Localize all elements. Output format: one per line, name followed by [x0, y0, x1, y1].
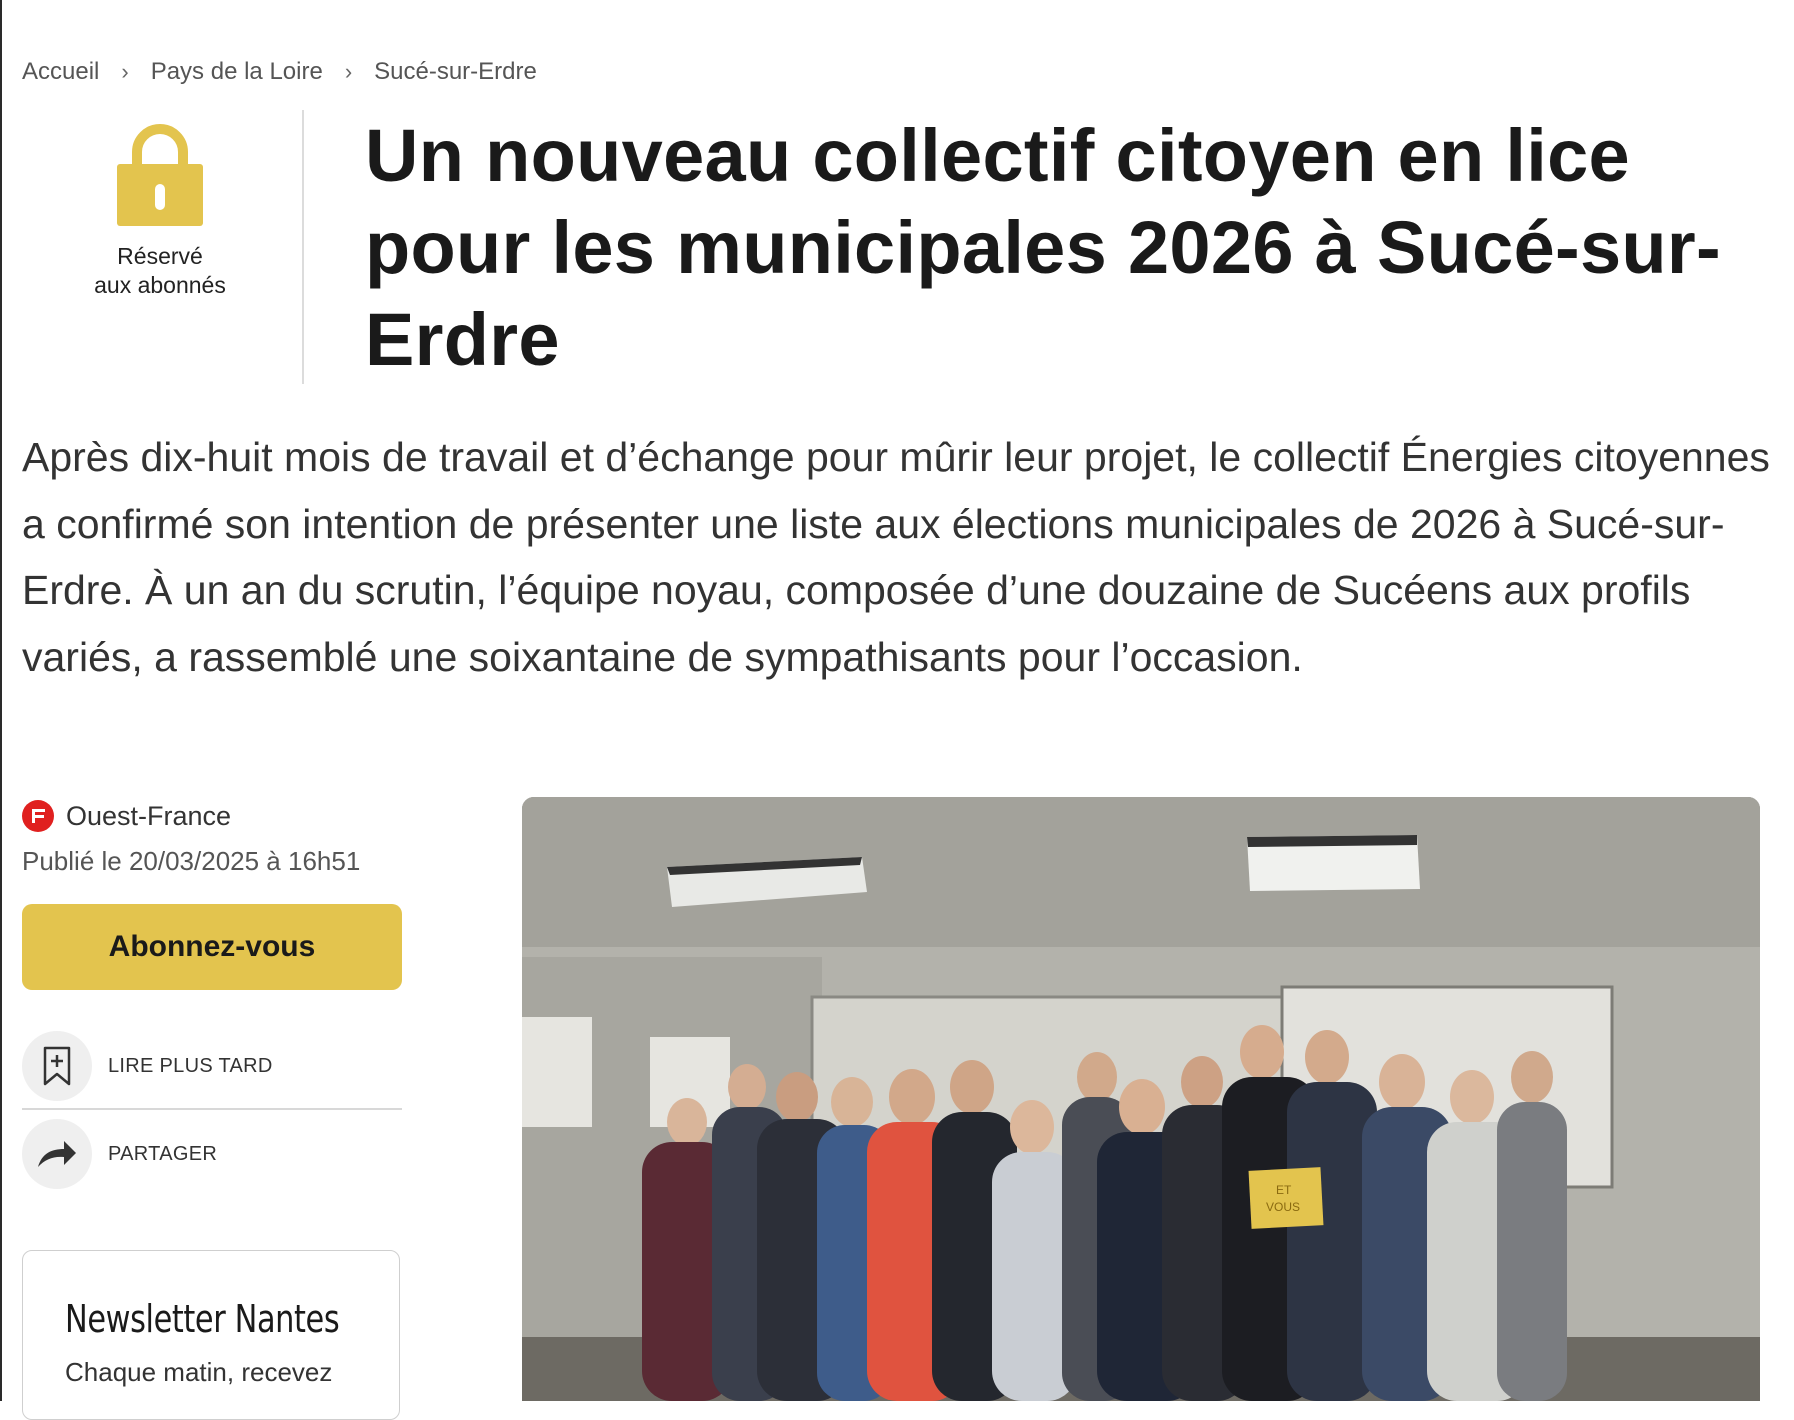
chevron-right-icon: › — [121, 59, 129, 84]
article-source: Ouest-France — [22, 800, 231, 832]
breadcrumb: Accueil › Pays de la Loire › Sucé-sur-Er… — [22, 58, 537, 86]
newsletter-description: Chaque matin, recevez — [65, 1357, 333, 1387]
bookmark-add-icon — [22, 1031, 92, 1101]
article-title: Un nouveau collectif citoyen en lice pou… — [365, 114, 1721, 381]
lock-icon — [117, 124, 203, 226]
share-button[interactable]: PARTAGER — [22, 1118, 402, 1190]
article-photo[interactable]: ET VOUS — [522, 797, 1760, 1401]
breadcrumb-item-accueil[interactable]: Accueil — [22, 58, 99, 86]
breadcrumb-item-region[interactable]: Pays de la Loire — [151, 58, 323, 86]
sign-text: VOUS — [1266, 1200, 1300, 1214]
read-later-label: LIRE PLUS TARD — [108, 1054, 273, 1077]
article-lead: Après dix-huit mois de travail et d’écha… — [22, 434, 1770, 680]
window-edge — [0, 0, 2, 1401]
breadcrumb-item-city[interactable]: Sucé-sur-Erdre — [374, 58, 537, 86]
premium-label: Réservé aux abonnés — [94, 243, 226, 298]
chevron-right-icon: › — [344, 59, 353, 84]
divider — [302, 110, 304, 384]
source-name[interactable]: Ouest-France — [66, 801, 231, 832]
share-arrow-icon — [22, 1119, 92, 1189]
ouest-france-logo-icon — [22, 800, 54, 832]
newsletter-title: Newsletter Nantes — [65, 1297, 340, 1341]
read-later-button[interactable]: LIRE PLUS TARD — [22, 1030, 402, 1102]
divider — [22, 1108, 402, 1110]
sign-text: ET — [1276, 1183, 1292, 1197]
subscribe-button[interactable]: Abonnez-vous — [22, 904, 402, 990]
group-photo-image: ET VOUS — [522, 797, 1760, 1401]
publication-date: Publié le 20/03/2025 à 16h51 — [22, 846, 361, 876]
share-label: PARTAGER — [108, 1142, 218, 1165]
newsletter-card[interactable]: Newsletter Nantes Chaque matin, recevez — [22, 1250, 400, 1420]
premium-badge: Réservé aux abonnés — [60, 122, 260, 300]
